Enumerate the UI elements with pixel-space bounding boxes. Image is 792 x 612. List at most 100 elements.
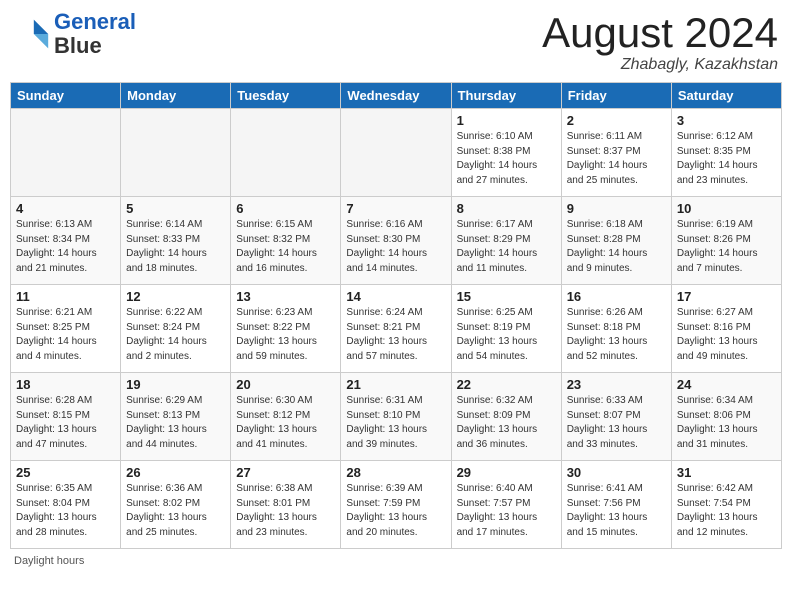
day-info: Sunrise: 6:18 AM Sunset: 8:28 PM Dayligh… bbox=[567, 218, 666, 276]
footer-daylight: Daylight hours bbox=[10, 555, 782, 567]
calendar-cell: 3Sunrise: 6:12 AM Sunset: 8:35 PM Daylig… bbox=[671, 109, 781, 197]
day-info: Sunrise: 6:34 AM Sunset: 8:06 PM Dayligh… bbox=[677, 394, 776, 452]
day-info: Sunrise: 6:35 AM Sunset: 8:04 PM Dayligh… bbox=[16, 482, 115, 540]
day-number: 17 bbox=[677, 289, 776, 304]
day-info: Sunrise: 6:31 AM Sunset: 8:10 PM Dayligh… bbox=[346, 394, 445, 452]
day-number: 20 bbox=[236, 377, 335, 392]
calendar-cell: 22Sunrise: 6:32 AM Sunset: 8:09 PM Dayli… bbox=[451, 373, 561, 461]
day-info: Sunrise: 6:38 AM Sunset: 8:01 PM Dayligh… bbox=[236, 482, 335, 540]
day-info: Sunrise: 6:19 AM Sunset: 8:26 PM Dayligh… bbox=[677, 218, 776, 276]
calendar-cell: 30 Sunrise: 6:41 AM Sunset: 7:56 PM Dayli… bbox=[561, 461, 671, 549]
day-number: 9 bbox=[567, 201, 666, 216]
day-number: 18 bbox=[16, 377, 115, 392]
calendar-week-row: 11 Sunrise: 6:21 AM Sunset: 8:25 PM Dayli… bbox=[11, 285, 782, 373]
page-header: General Blue August 2024 Zhabagly, Kazak… bbox=[10, 10, 782, 74]
day-number: 7 bbox=[346, 201, 445, 216]
calendar-cell: 5 Sunrise: 6:14 AM Sunset: 8:33 PM Daylig… bbox=[121, 197, 231, 285]
day-info: Sunrise: 6:11 AM Sunset: 8:37 PM Dayligh… bbox=[567, 130, 666, 188]
day-info: Sunrise: 6:21 AM Sunset: 8:25 PM Dayligh… bbox=[16, 306, 115, 364]
day-info: Sunrise: 6:22 AM Sunset: 8:24 PM Dayligh… bbox=[126, 306, 225, 364]
logo-icon bbox=[14, 16, 50, 52]
day-number: 31 bbox=[677, 465, 776, 480]
calendar-cell: 2 Sunrise: 6:11 AM Sunset: 8:37 PM Daylig… bbox=[561, 109, 671, 197]
calendar-cell: 24 Sunrise: 6:34 AM Sunset: 8:06 PM Dayli… bbox=[671, 373, 781, 461]
calendar-cell: 31 Sunrise: 6:42 AM Sunset: 7:54 PM Dayli… bbox=[671, 461, 781, 549]
day-number: 27 bbox=[236, 465, 335, 480]
calendar-cell: 16 Sunrise: 6:26 AM Sunset: 8:18 PM Dayli… bbox=[561, 285, 671, 373]
day-number: 23 bbox=[567, 377, 666, 392]
day-info: Sunrise: 6:28 AM Sunset: 8:15 PM Dayligh… bbox=[16, 394, 115, 452]
day-info: Sunrise: 6:17 AM Sunset: 8:29 PM Dayligh… bbox=[457, 218, 556, 276]
day-info: Sunrise: 6:26 AM Sunset: 8:18 PM Dayligh… bbox=[567, 306, 666, 364]
calendar-week-row: 4Sunrise: 6:13 AM Sunset: 8:34 PM Daylig… bbox=[11, 197, 782, 285]
calendar-cell: 8 Sunrise: 6:17 AM Sunset: 8:29 PM Daylig… bbox=[451, 197, 561, 285]
calendar-cell: 27 Sunrise: 6:38 AM Sunset: 8:01 PM Dayli… bbox=[231, 461, 341, 549]
calendar-week-row: 1 Sunrise: 6:10 AM Sunset: 8:38 PM Daylig… bbox=[11, 109, 782, 197]
calendar-day-header: Friday bbox=[561, 83, 671, 109]
calendar-cell: 9 Sunrise: 6:18 AM Sunset: 8:28 PM Daylig… bbox=[561, 197, 671, 285]
day-number: 29 bbox=[457, 465, 556, 480]
day-info: Sunrise: 6:36 AM Sunset: 8:02 PM Dayligh… bbox=[126, 482, 225, 540]
calendar-day-header: Sunday bbox=[11, 83, 121, 109]
calendar-cell: 17 Sunrise: 6:27 AM Sunset: 8:16 PM Dayli… bbox=[671, 285, 781, 373]
day-info: Sunrise: 6:41 AM Sunset: 7:56 PM Dayligh… bbox=[567, 482, 666, 540]
calendar-cell: 15Sunrise: 6:25 AM Sunset: 8:19 PM Dayli… bbox=[451, 285, 561, 373]
day-number: 28 bbox=[346, 465, 445, 480]
day-info: Sunrise: 6:25 AM Sunset: 8:19 PM Dayligh… bbox=[457, 306, 556, 364]
day-info: Sunrise: 6:42 AM Sunset: 7:54 PM Dayligh… bbox=[677, 482, 776, 540]
calendar-body: 1 Sunrise: 6:10 AM Sunset: 8:38 PM Daylig… bbox=[11, 109, 782, 549]
calendar-cell bbox=[231, 109, 341, 197]
calendar-subtitle: Zhabagly, Kazakhstan bbox=[542, 56, 778, 74]
day-number: 10 bbox=[677, 201, 776, 216]
calendar-cell: 11 Sunrise: 6:21 AM Sunset: 8:25 PM Dayli… bbox=[11, 285, 121, 373]
calendar-cell: 26 Sunrise: 6:36 AM Sunset: 8:02 PM Dayli… bbox=[121, 461, 231, 549]
calendar-cell: 4Sunrise: 6:13 AM Sunset: 8:34 PM Daylig… bbox=[11, 197, 121, 285]
calendar-week-row: 25Sunrise: 6:35 AM Sunset: 8:04 PM Dayli… bbox=[11, 461, 782, 549]
day-number: 12 bbox=[126, 289, 225, 304]
calendar-day-header: Wednesday bbox=[341, 83, 451, 109]
calendar-cell: 1 Sunrise: 6:10 AM Sunset: 8:38 PM Daylig… bbox=[451, 109, 561, 197]
day-number: 1 bbox=[457, 113, 556, 128]
calendar-cell bbox=[11, 109, 121, 197]
day-info: Sunrise: 6:40 AM Sunset: 7:57 PM Dayligh… bbox=[457, 482, 556, 540]
day-info: Sunrise: 6:24 AM Sunset: 8:21 PM Dayligh… bbox=[346, 306, 445, 364]
calendar-cell: 29 Sunrise: 6:40 AM Sunset: 7:57 PM Dayli… bbox=[451, 461, 561, 549]
day-number: 16 bbox=[567, 289, 666, 304]
day-number: 8 bbox=[457, 201, 556, 216]
day-info: Sunrise: 6:12 AM Sunset: 8:35 PM Dayligh… bbox=[677, 130, 776, 188]
day-info: Sunrise: 6:10 AM Sunset: 8:38 PM Dayligh… bbox=[457, 130, 556, 188]
day-number: 11 bbox=[16, 289, 115, 304]
day-info: Sunrise: 6:14 AM Sunset: 8:33 PM Dayligh… bbox=[126, 218, 225, 276]
day-info: Sunrise: 6:32 AM Sunset: 8:09 PM Dayligh… bbox=[457, 394, 556, 452]
calendar-week-row: 18 Sunrise: 6:28 AM Sunset: 8:15 PM Dayli… bbox=[11, 373, 782, 461]
calendar-cell: 21 Sunrise: 6:31 AM Sunset: 8:10 PM Dayli… bbox=[341, 373, 451, 461]
calendar-cell: 10 Sunrise: 6:19 AM Sunset: 8:26 PM Dayli… bbox=[671, 197, 781, 285]
calendar-cell: 19Sunrise: 6:29 AM Sunset: 8:13 PM Dayli… bbox=[121, 373, 231, 461]
day-number: 26 bbox=[126, 465, 225, 480]
day-number: 5 bbox=[126, 201, 225, 216]
calendar-title: August 2024 bbox=[542, 10, 778, 56]
calendar-cell: 7Sunrise: 6:16 AM Sunset: 8:30 PM Daylig… bbox=[341, 197, 451, 285]
title-block: August 2024 Zhabagly, Kazakhstan bbox=[542, 10, 778, 74]
day-info: Sunrise: 6:33 AM Sunset: 8:07 PM Dayligh… bbox=[567, 394, 666, 452]
day-info: Sunrise: 6:15 AM Sunset: 8:32 PM Dayligh… bbox=[236, 218, 335, 276]
calendar-cell: 18 Sunrise: 6:28 AM Sunset: 8:15 PM Dayli… bbox=[11, 373, 121, 461]
calendar-cell bbox=[121, 109, 231, 197]
day-number: 2 bbox=[567, 113, 666, 128]
day-number: 13 bbox=[236, 289, 335, 304]
calendar-cell: 23 Sunrise: 6:33 AM Sunset: 8:07 PM Dayli… bbox=[561, 373, 671, 461]
day-number: 14 bbox=[346, 289, 445, 304]
calendar-day-header: Monday bbox=[121, 83, 231, 109]
day-number: 24 bbox=[677, 377, 776, 392]
day-info: Sunrise: 6:13 AM Sunset: 8:34 PM Dayligh… bbox=[16, 218, 115, 276]
day-info: Sunrise: 6:39 AM Sunset: 7:59 PM Dayligh… bbox=[346, 482, 445, 540]
calendar-cell: 12 Sunrise: 6:22 AM Sunset: 8:24 PM Dayli… bbox=[121, 285, 231, 373]
calendar-header-row: SundayMondayTuesdayWednesdayThursdayFrid… bbox=[11, 83, 782, 109]
day-number: 21 bbox=[346, 377, 445, 392]
calendar-table: SundayMondayTuesdayWednesdayThursdayFrid… bbox=[10, 82, 782, 549]
calendar-day-header: Tuesday bbox=[231, 83, 341, 109]
calendar-cell: 25Sunrise: 6:35 AM Sunset: 8:04 PM Dayli… bbox=[11, 461, 121, 549]
day-info: Sunrise: 6:27 AM Sunset: 8:16 PM Dayligh… bbox=[677, 306, 776, 364]
day-number: 30 bbox=[567, 465, 666, 480]
calendar-cell: 28 Sunrise: 6:39 AM Sunset: 7:59 PM Dayli… bbox=[341, 461, 451, 549]
